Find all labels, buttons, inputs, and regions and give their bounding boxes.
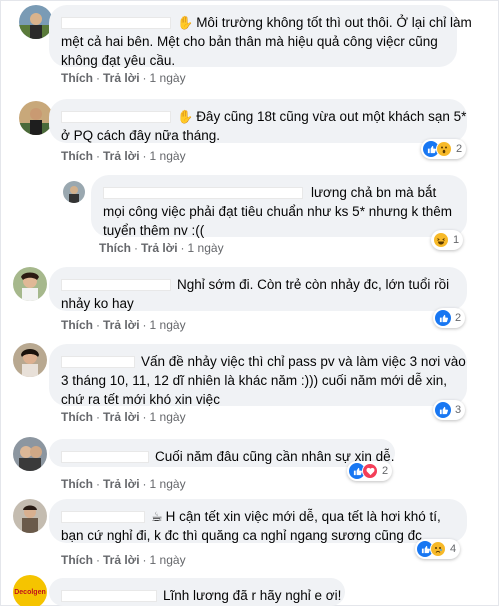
comment-actions: Thích · Trả lời · 1 ngày bbox=[99, 241, 224, 255]
comment-text: không đạt yêu cầu. bbox=[61, 53, 176, 68]
timestamp[interactable]: 1 ngày bbox=[150, 410, 186, 424]
like-link[interactable]: Thích bbox=[61, 71, 93, 85]
comment-text: mệt cả hai bên. Mệt cho bản thân mà hiệu… bbox=[61, 34, 438, 49]
reaction-count: 2 bbox=[455, 312, 462, 324]
like-link[interactable]: Thích bbox=[99, 241, 131, 255]
comment-text: mọi công việc phải đạt tiêu chuẩn như ks… bbox=[103, 204, 453, 219]
like-link[interactable]: Thích bbox=[61, 410, 93, 424]
comment-bubble: Vấn đề nhảy việc thì chỉ pass pv và làm … bbox=[49, 344, 467, 407]
comment-text: tuyển thêm nv :(( bbox=[103, 223, 205, 238]
comment-text: Đây cũng 18t cũng vừa out một khách sạn … bbox=[196, 109, 467, 124]
author-name[interactable] bbox=[61, 590, 157, 603]
timestamp[interactable]: 1 ngày bbox=[150, 318, 186, 332]
reply-link[interactable]: Trả lời bbox=[103, 410, 140, 424]
timestamp[interactable]: 1 ngày bbox=[150, 553, 186, 567]
reply-link[interactable]: Trả lời bbox=[103, 477, 140, 491]
avatar[interactable] bbox=[13, 267, 47, 301]
coffee-icon: ☕ bbox=[151, 509, 163, 524]
author-name[interactable] bbox=[61, 356, 135, 369]
comment-text: bạn cứ nghỉ đi, k đc thì quăng ca nghỉ n… bbox=[61, 528, 422, 543]
like-link[interactable]: Thích bbox=[61, 553, 93, 567]
timestamp[interactable]: 1 ngày bbox=[150, 149, 186, 163]
reaction-count: 2 bbox=[382, 465, 389, 477]
comment-actions: Thích · Trả lời · 1 ngày bbox=[61, 477, 186, 491]
reaction-count: 4 bbox=[450, 543, 457, 555]
reaction-count: 1 bbox=[453, 234, 460, 246]
timestamp[interactable]: 1 ngày bbox=[150, 71, 186, 85]
avatar-logo-text: Decolgen bbox=[14, 588, 46, 596]
like-reaction-icon bbox=[435, 402, 451, 418]
comment-text: Lĩnh lương đã r hãy nghỉ e ơi! bbox=[163, 588, 342, 603]
reaction-count: 2 bbox=[456, 143, 463, 155]
author-name[interactable] bbox=[61, 17, 171, 30]
haha-reaction-icon bbox=[433, 232, 449, 248]
reply-link[interactable]: Trả lời bbox=[103, 318, 140, 332]
reaction-summary[interactable]: 2 bbox=[421, 139, 467, 159]
comment-text: Môi trường không tốt thì out thôi. Ở lại… bbox=[196, 15, 472, 30]
comment-actions: Thích · Trả lời · 1 ngày bbox=[61, 318, 186, 332]
author-name[interactable] bbox=[61, 111, 171, 124]
comments-panel: ✋ Môi trường không tốt thì out thôi. Ở lạ… bbox=[0, 0, 499, 606]
comment-text: H cận tết xin việc mới dễ, qua tết là hơ… bbox=[165, 509, 441, 524]
avatar[interactable] bbox=[13, 437, 47, 471]
like-link[interactable]: Thích bbox=[61, 477, 93, 491]
avatar[interactable] bbox=[13, 499, 47, 533]
reaction-summary[interactable]: 2 bbox=[347, 461, 393, 481]
comment-bubble: ✋ Môi trường không tốt thì out thôi. Ở lạ… bbox=[49, 5, 472, 68]
comment-bubble: lương chả bn mà bắt mọi công việc phải đ… bbox=[91, 175, 467, 238]
reaction-summary[interactable]: 4 bbox=[415, 539, 461, 559]
comment-text: chứ ra tết mới khó xin việc bbox=[61, 392, 220, 407]
comment-bubble: Lĩnh lương đã r hãy nghỉ e ơi! bbox=[49, 578, 345, 606]
comment-text: Vấn đề nhảy việc thì chỉ pass pv và làm … bbox=[141, 354, 466, 369]
comment-bubble: ☕ H cận tết xin việc mới dễ, qua tết là h… bbox=[49, 499, 467, 543]
reaction-summary[interactable]: 3 bbox=[433, 400, 466, 420]
comment-actions: Thích · Trả lời · 1 ngày bbox=[61, 410, 186, 424]
avatar[interactable] bbox=[13, 343, 47, 377]
author-name[interactable] bbox=[61, 451, 149, 464]
avatar[interactable] bbox=[19, 5, 53, 39]
sad-reaction-icon bbox=[430, 541, 446, 557]
timestamp[interactable]: 1 ngày bbox=[188, 241, 224, 255]
avatar[interactable] bbox=[63, 181, 85, 203]
like-reaction-icon bbox=[435, 310, 451, 326]
comment-bubble: Nghỉ sớm đi. Còn trẻ còn nhảy đc, lớn tu… bbox=[49, 267, 467, 311]
comment-text: ở PQ cách đây nữa tháng. bbox=[61, 128, 220, 143]
hand-icon: ✋ bbox=[177, 109, 194, 124]
avatar[interactable]: Decolgen bbox=[13, 575, 47, 606]
reply-link[interactable]: Trả lời bbox=[141, 241, 178, 255]
avatar[interactable] bbox=[19, 101, 53, 135]
author-name[interactable] bbox=[61, 511, 145, 524]
reaction-summary[interactable]: 1 bbox=[431, 230, 464, 250]
comment-actions: Thích · Trả lời · 1 ngày bbox=[61, 149, 186, 163]
comment-actions: Thích · Trả lời · 1 ngày bbox=[61, 553, 186, 567]
reply-link[interactable]: Trả lời bbox=[103, 553, 140, 567]
reaction-count: 3 bbox=[455, 404, 462, 416]
reply-link[interactable]: Trả lời bbox=[103, 149, 140, 163]
hand-icon: ✋ bbox=[177, 15, 194, 30]
comment-text: Nghỉ sớm đi. Còn trẻ còn nhảy đc, lớn tu… bbox=[177, 277, 450, 292]
reply-link[interactable]: Trả lời bbox=[103, 71, 140, 85]
author-name[interactable] bbox=[103, 187, 303, 200]
reaction-summary[interactable]: 2 bbox=[433, 308, 466, 328]
love-reaction-icon bbox=[362, 463, 378, 479]
comment-bubble: Cuối năm đâu cũng cần nhân sự xin dễ. bbox=[49, 439, 395, 467]
comment-text: 3 tháng 10, 11, 12 dĩ nhiên là khác năm … bbox=[61, 373, 448, 388]
timestamp[interactable]: 1 ngày bbox=[150, 477, 186, 491]
comment-bubble: ✋ Đây cũng 18t cũng vừa out một khách sạn… bbox=[49, 99, 467, 143]
author-name[interactable] bbox=[61, 279, 171, 292]
like-link[interactable]: Thích bbox=[61, 149, 93, 163]
comment-actions: Thích · Trả lời · 1 ngày bbox=[61, 71, 186, 85]
comment-text: nhảy ko hay bbox=[61, 296, 134, 311]
wow-reaction-icon bbox=[436, 141, 452, 157]
like-link[interactable]: Thích bbox=[61, 318, 93, 332]
comment-text: lương chả bn mà bắt bbox=[311, 185, 437, 200]
